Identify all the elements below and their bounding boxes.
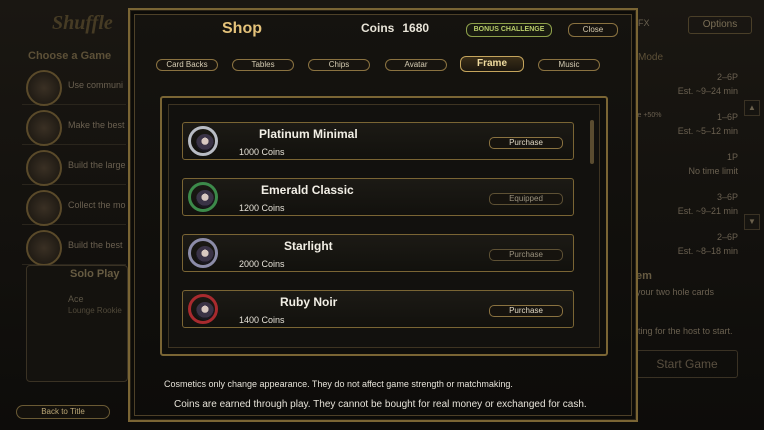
game-option[interactable]: Use communi [22,68,126,106]
coins-label: Coins [361,21,395,35]
purchase-button[interactable]: Purchase [489,137,563,149]
coins-note: Coins are earned through play. They cann… [174,399,587,410]
platinum-frame-icon [188,126,218,156]
start-game-button[interactable]: Start Game [636,350,738,378]
list-item: Platinum Minimal 1000 Coins Purchase [182,122,574,160]
game-desc: Collect the mo [68,200,126,210]
item-price: 1200 Coins [239,203,285,213]
player-name: Ace [68,294,84,304]
scroll-down-icon[interactable]: ▼ [744,214,760,230]
game-icon [26,70,62,106]
list-item: Emerald Classic 1200 Coins Equipped [182,178,574,216]
game-desc: Make the best [68,120,125,130]
mode-time: Est. ~9–21 min [677,206,738,216]
options-button[interactable]: Options [688,16,752,34]
purchase-button[interactable]: Purchase [489,249,563,261]
choose-game-title: Choose a Game [28,50,112,62]
solo-play-title: Solo Play [70,268,120,280]
item-name: Platinum Minimal [259,127,358,141]
coins-display: Coins 1680 [361,21,429,35]
starlight-frame-icon [188,238,218,268]
waiting-text: iting for the host to start. [636,326,733,336]
tab-frame[interactable]: Frame [460,56,524,72]
mode-time: No time limit [688,166,738,176]
tab-music[interactable]: Music [538,59,600,71]
mode-players: 2–6P [716,232,738,242]
coins-value: 1680 [402,21,430,35]
game-info-title: em [636,270,652,282]
avatar-face-icon [196,302,214,320]
item-name: Ruby Noir [280,295,338,309]
list-item: Starlight 2000 Coins Purchase [182,234,574,272]
tab-avatar[interactable]: Avatar [385,59,447,71]
bonus-challenge-button[interactable]: BONUS CHALLENGE [466,23,552,37]
shop-dialog: Shop Coins 1680 BONUS CHALLENGE Close Car… [128,8,638,422]
item-price: 1400 Coins [239,315,285,325]
mode-time: Est. ~9–24 min [677,86,738,96]
emerald-frame-icon [188,182,218,212]
game-option[interactable]: Collect the mo [22,188,126,226]
equipped-button[interactable]: Equipped [489,193,563,205]
mode-players: 3–6P [716,192,738,202]
tab-card-backs[interactable]: Card Backs [156,59,218,71]
list-scrollbar[interactable] [590,120,594,164]
scroll-up-icon[interactable]: ▲ [744,100,760,116]
game-icon [26,110,62,146]
ruby-frame-icon [188,294,218,324]
list-item: Ruby Noir 1400 Coins Purchase [182,290,574,328]
game-option[interactable]: Build the best [22,228,126,266]
game-icon [26,230,62,266]
mode-players: 1–6P [716,112,738,122]
game-icon [26,150,62,186]
game-desc: Build the large [68,160,126,170]
shop-title: Shop [222,20,262,37]
app-logo: Shuffle [52,12,113,34]
tab-tables[interactable]: Tables [232,59,294,71]
cosmetics-note: Cosmetics only change appearance. They d… [164,379,513,389]
solo-play-panel [26,265,128,382]
mode-time: Est. ~5–12 min [677,126,738,136]
game-option[interactable]: Build the large [22,148,126,186]
item-price: 2000 Coins [239,259,285,269]
game-desc: Build the best [68,240,123,250]
mode-time: Est. ~8–18 min [677,246,738,256]
game-info-text: your two hole cards [636,287,715,297]
player-rank: Lounge Rookie [68,306,122,315]
item-name: Emerald Classic [261,183,354,197]
frame-list-panel: Platinum Minimal 1000 Coins Purchase Eme… [160,96,608,356]
mode-players: 1P [726,152,738,162]
game-desc: Use communi [68,80,124,90]
avatar-face-icon [196,134,214,152]
sfx-toggle[interactable]: FX [638,18,650,28]
purchase-button[interactable]: Purchase [489,305,563,317]
mode-players: 2–6P [716,72,738,82]
close-button[interactable]: Close [568,23,618,37]
item-name: Starlight [284,239,333,253]
item-price: 1000 Coins [239,147,285,157]
game-icon [26,190,62,226]
tab-chips[interactable]: Chips [308,59,370,71]
mode-title: Mode [638,52,664,63]
avatar-face-icon [196,246,214,264]
game-option[interactable]: Make the best [22,108,126,146]
back-to-title-button[interactable]: Back to Title [16,405,110,419]
avatar-face-icon [196,190,214,208]
